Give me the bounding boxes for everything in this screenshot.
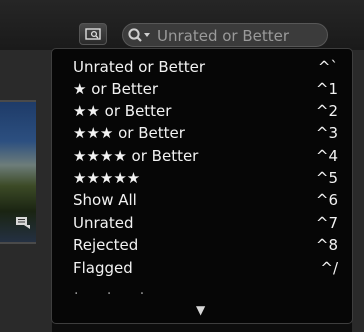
search-placeholder: Unrated or Better xyxy=(157,27,290,45)
scroll-down-arrow-icon[interactable]: ▼ xyxy=(196,303,205,317)
menu-item-1-star-or-better[interactable]: ★ or Better ^1 xyxy=(52,79,352,101)
menu-item-label: ★★★★ or Better xyxy=(73,147,199,165)
menu-item-label: ★★★★★ xyxy=(73,169,141,187)
menu-item-shortcut: ^8 xyxy=(315,236,338,254)
menu-item-unrated[interactable]: Unrated ^7 xyxy=(52,213,352,235)
right-edge-panel xyxy=(352,50,364,332)
menu-item-label: ★★★ or Better xyxy=(73,124,185,142)
keyword-badge-icon[interactable] xyxy=(15,216,31,230)
menu-item-shortcut: ^7 xyxy=(315,214,338,232)
browser-view-icon xyxy=(85,28,101,40)
menu-item-shortcut: ^2 xyxy=(315,102,338,120)
menu-item-show-all[interactable]: Show All ^6 xyxy=(52,190,352,212)
menu-item-flagged[interactable]: Flagged ^/ xyxy=(52,258,352,280)
browser-view-button[interactable] xyxy=(79,23,107,45)
menu-item-label: Rejected xyxy=(73,236,139,254)
menu-item-label: Unrated or Better xyxy=(73,58,206,76)
menu-item-shortcut: ^5 xyxy=(315,169,338,187)
menu-item-5-stars[interactable]: ★★★★★ ^5 xyxy=(52,168,352,190)
menu-item-3-stars-or-better[interactable]: ★★★ or Better ^3 xyxy=(52,123,352,145)
menu-item-label: Unrated xyxy=(73,214,134,232)
search-field[interactable]: Unrated or Better xyxy=(122,23,328,47)
menu-item-4-stars-or-better[interactable]: ★★★★ or Better ^4 xyxy=(52,146,352,168)
menu-item-shortcut: ^/ xyxy=(320,259,338,277)
rating-filter-menu: Unrated or Better ^` ★ or Better ^1 ★★ o… xyxy=(51,48,353,324)
more-items-indicator: · · · xyxy=(74,286,157,302)
menu-item-label: ★ or Better xyxy=(73,80,159,98)
toolbar: Unrated or Better xyxy=(0,0,364,50)
menu-item-rejected[interactable]: Rejected ^8 xyxy=(52,235,352,257)
menu-item-shortcut: ^4 xyxy=(315,147,338,165)
menu-item-2-stars-or-better[interactable]: ★★ or Better ^2 xyxy=(52,101,352,123)
menu-item-unrated-or-better[interactable]: Unrated or Better ^` xyxy=(52,57,352,79)
menu-item-label: Flagged xyxy=(73,259,133,277)
magnifier-dropdown-icon[interactable] xyxy=(127,27,153,44)
menu-item-label: Show All xyxy=(73,191,137,209)
menu-item-shortcut: ^` xyxy=(317,58,338,76)
menu-item-shortcut: ^3 xyxy=(315,124,338,142)
menu-item-shortcut: ^1 xyxy=(315,80,338,98)
menu-item-shortcut: ^6 xyxy=(315,191,338,209)
menu-item-label: ★★ or Better xyxy=(73,102,172,120)
